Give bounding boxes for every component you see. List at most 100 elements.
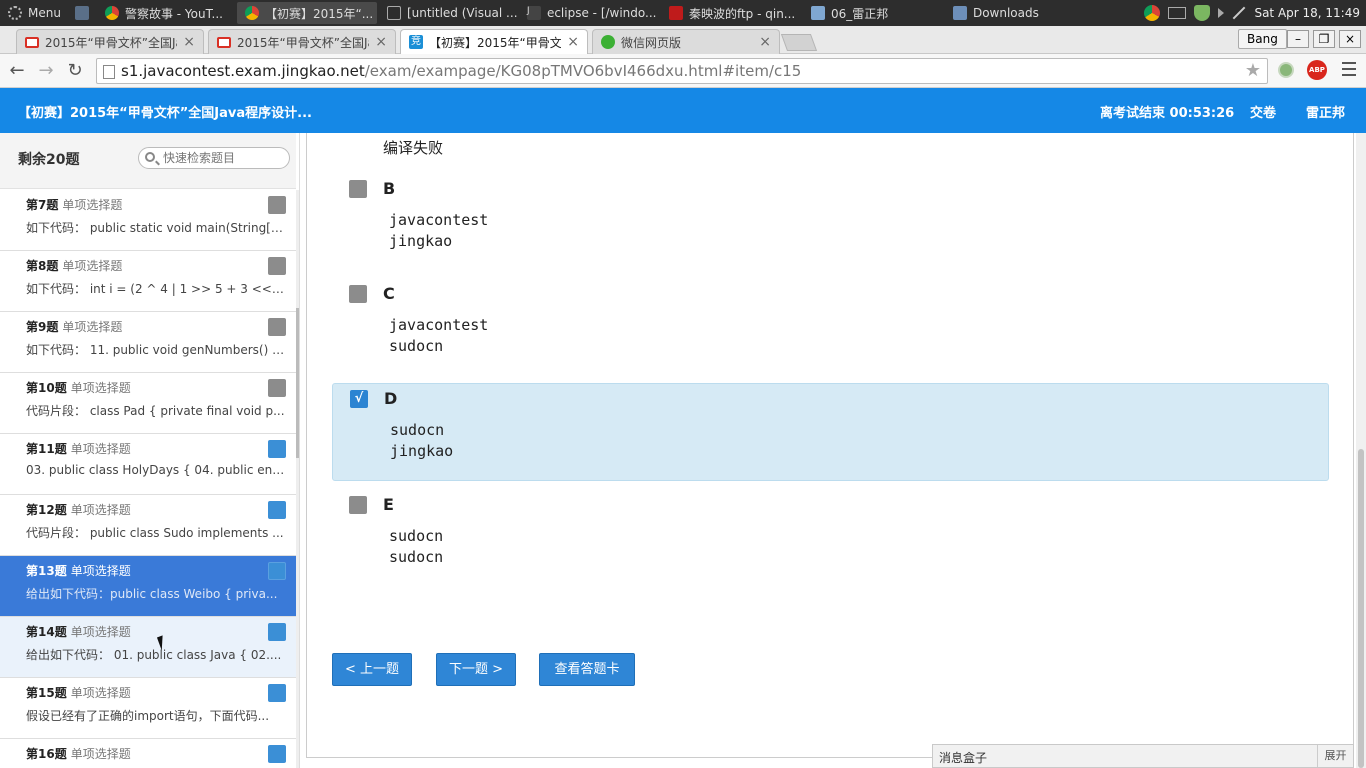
url-path: /exam/exampage/KG08pTMVO6bvI466dxu.html#… (364, 62, 802, 80)
new-tab-button[interactable] (780, 34, 818, 51)
task-visual[interactable]: [untitled (Visual ... (379, 2, 517, 24)
page-scrollbar[interactable] (1356, 133, 1366, 768)
answer-status-icon (268, 501, 286, 519)
prev-question-button[interactable]: < 上一题 (332, 653, 412, 686)
scrollbar-thumb[interactable] (1358, 449, 1364, 768)
forward-icon[interactable]: → (35, 60, 57, 82)
question-type: 单项选择题 (70, 564, 131, 578)
system-tray: Sat Apr 18, 11:49 (1144, 5, 1366, 21)
scrollbar-thumb[interactable] (296, 308, 299, 458)
maximize-icon[interactable]: ❐ (1313, 30, 1335, 48)
option-checkbox[interactable] (349, 285, 367, 303)
task-youtube[interactable]: 警察故事 - YouT... (97, 2, 235, 24)
message-box[interactable]: 消息盒子 展开 (932, 744, 1354, 768)
reload-icon[interactable]: ↻ (64, 60, 86, 82)
wechat-icon (601, 35, 615, 49)
question-type: 单项选择题 (62, 259, 123, 273)
answer-status-icon (268, 318, 286, 336)
task-downloads[interactable]: Downloads (945, 2, 1085, 24)
browser-menu-icon[interactable] (1342, 62, 1356, 78)
option-letter: E (383, 495, 394, 514)
exam-countdown: 离考试结束 00:53:26 (1100, 106, 1235, 121)
option-d[interactable]: √ D sudocn jingkao (332, 383, 1329, 481)
expand-button[interactable]: 展开 (1317, 745, 1353, 767)
close-window-icon[interactable]: × (1339, 30, 1361, 48)
close-icon[interactable]: × (183, 34, 195, 50)
tab-label: 微信网页版 (621, 35, 682, 50)
tab-gmail-2[interactable]: 2015年“甲骨文杯”全国Jav × (208, 29, 396, 54)
shield-icon[interactable] (1194, 5, 1211, 21)
question-number: 第9题 (26, 320, 59, 334)
list-item[interactable]: 第15题 单项选择题 假设已经有了正确的import语句，下面代码... (0, 678, 296, 739)
remaining-count: 剩余20题 (18, 152, 80, 168)
list-item[interactable]: 第16题 单项选择题 (0, 739, 296, 768)
chrome-icon[interactable] (1144, 5, 1161, 21)
os-menu-button[interactable]: Menu (0, 0, 97, 26)
option-letter: C (383, 284, 395, 303)
address-bar[interactable]: s1.javacontest.exam.jingkao.net/exam/exa… (96, 58, 1268, 84)
clock[interactable]: Sat Apr 18, 11:49 (1254, 6, 1360, 20)
list-item-current[interactable]: 第13题 单项选择题 给出如下代码：public class Weibo { pr… (0, 556, 296, 617)
question-search[interactable] (138, 147, 290, 169)
code-line: sudocn (389, 527, 444, 545)
sidebar-scrollbar[interactable] (296, 190, 299, 768)
code-line: sudocn (389, 337, 444, 355)
list-item[interactable]: 第7题 单项选择题 如下代码： public static void main(S… (0, 190, 296, 251)
option-b[interactable]: B javacontest jingkao (332, 175, 1329, 265)
question-number: 第13题 (26, 564, 67, 578)
list-item[interactable]: 第9题 单项选择题 如下代码： 11. public void genNumber… (0, 312, 296, 373)
task-eclipse[interactable]: J eclipse - [/windo... (519, 2, 659, 24)
folder-icon (810, 6, 825, 20)
adblock-icon[interactable]: ABP (1307, 60, 1327, 80)
bookmark-star-icon[interactable]: ★ (1245, 60, 1261, 81)
list-item[interactable]: 第14题 单项选择题 给出如下代码： 01. public class Java … (0, 617, 296, 678)
task-folder[interactable]: 06_雷正邦 (803, 2, 943, 24)
next-question-button[interactable]: 下一题 > (436, 653, 516, 686)
search-input[interactable] (163, 150, 283, 166)
list-item[interactable]: 第8题 单项选择题 如下代码： int i = (2 ^ 4 | 1 >> 5 +… (0, 251, 296, 312)
desktop-icon[interactable] (74, 6, 89, 20)
close-icon[interactable]: × (375, 34, 387, 50)
option-checkbox-checked[interactable]: √ (350, 390, 368, 408)
submit-exam-button[interactable]: 交卷 (1250, 102, 1276, 121)
close-icon[interactable]: × (759, 34, 771, 50)
profile-button[interactable]: Bang (1238, 29, 1287, 49)
tab-label: 【初赛】2015年“甲骨文杯 (429, 35, 562, 50)
gmail-icon (25, 36, 39, 48)
question-type: 单项选择题 (62, 198, 123, 212)
question-preview: 代码片段： public class Sudo implements ... (26, 526, 284, 540)
back-icon[interactable]: ← (6, 60, 28, 82)
extension-icon[interactable] (1278, 62, 1294, 78)
option-code: sudocn sudocn (389, 526, 443, 568)
task-label: 秦映波的ftp - qin... (688, 6, 796, 21)
option-checkbox[interactable] (349, 180, 367, 198)
tab-gmail-1[interactable]: 2015年“甲骨文杯”全国Jav × (16, 29, 204, 54)
option-c[interactable]: C javacontest sudocn (332, 280, 1329, 370)
pen-icon[interactable] (1233, 6, 1246, 20)
answer-status-icon (268, 623, 286, 641)
list-item[interactable]: 第12题 单项选择题 代码片段： public class Sudo implem… (0, 495, 296, 556)
answer-status-icon (268, 440, 286, 458)
question-preview: 给出如下代码：public class Weibo { priva... (26, 587, 278, 601)
question-type: 单项选择题 (70, 503, 131, 517)
task-exam[interactable]: 【初赛】2015年“... (236, 2, 377, 24)
close-icon[interactable]: × (567, 34, 579, 50)
code-line: sudocn (390, 421, 445, 439)
code-line: sudocn (389, 548, 444, 566)
user-name[interactable]: 雷正邦 (1306, 102, 1345, 121)
list-item[interactable]: 第11题 单项选择题 03. public class HolyDays { 04… (0, 434, 296, 495)
option-e[interactable]: E sudocn sudocn (332, 491, 1329, 581)
tab-wechat[interactable]: 微信网页版 × (592, 29, 780, 54)
tab-exam[interactable]: 竞 【初赛】2015年“甲骨文杯 × (400, 29, 588, 54)
os-taskbar: Menu 警察故事 - YouT... 【初赛】2015年“... [untit… (0, 0, 1366, 26)
contest-icon: 竞 (409, 35, 423, 49)
answer-card-button[interactable]: 查看答题卡 (539, 653, 635, 686)
option-checkbox[interactable] (349, 496, 367, 514)
keyboard-icon[interactable] (1168, 7, 1187, 19)
list-item[interactable]: 第10题 单项选择题 代码片段： class Pad { private fina… (0, 373, 296, 434)
sidebar-header: 剩余20题 (0, 133, 296, 189)
task-ftp[interactable]: 秦映波的ftp - qin... (661, 2, 801, 24)
volume-icon[interactable] (1218, 8, 1225, 18)
question-preview: 如下代码： int i = (2 ^ 4 | 1 >> 5 + 3 << 3 .… (26, 282, 286, 296)
minimize-icon[interactable]: – (1287, 30, 1309, 48)
